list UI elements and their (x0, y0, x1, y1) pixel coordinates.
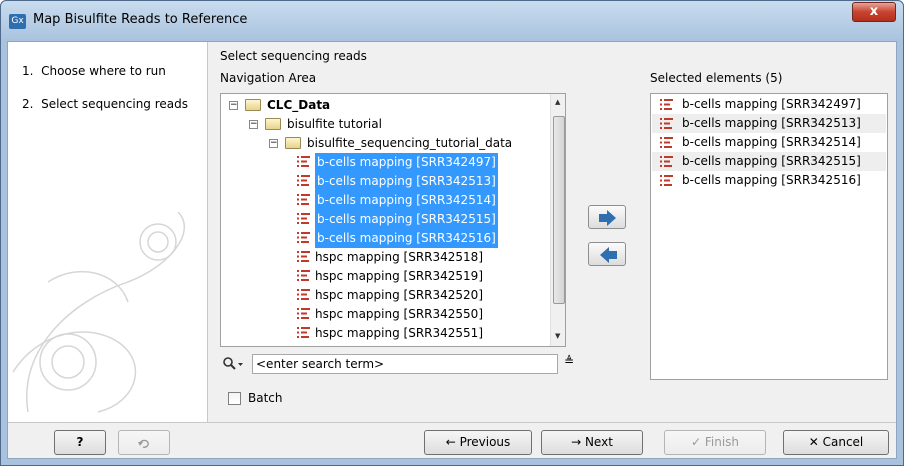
selected-item[interactable]: b-cells mapping [SRR342515] (652, 152, 886, 171)
selected-item-label: b-cells mapping [SRR342515] (682, 154, 861, 168)
step-1: 1. Choose where to run (22, 64, 166, 78)
tree-scrollbar[interactable]: ▲ ▼ (550, 94, 565, 346)
sequence-list-icon (297, 194, 310, 205)
navigation-tree[interactable]: − CLC_Data − bisulfite tutorial − bisulf… (220, 93, 566, 347)
sequence-list-icon (660, 156, 673, 167)
selected-item[interactable]: b-cells mapping [SRR342497] (652, 95, 886, 114)
tree-item-label: b-cells mapping [SRR342514] (315, 191, 498, 210)
sequence-list-icon (297, 213, 310, 224)
close-button[interactable]: x (852, 2, 896, 22)
previous-button-label: Previous (459, 435, 511, 449)
help-button[interactable]: ? (54, 430, 106, 455)
cancel-button[interactable]: ✕ Cancel (783, 430, 889, 455)
sequence-list-icon (297, 156, 310, 167)
folder-icon (265, 118, 281, 130)
step-label: Choose where to run (41, 64, 166, 78)
tree-item-label: b-cells mapping [SRR342497] (315, 153, 498, 172)
wizard-steps-panel: 1. Choose where to run 2. Select sequenc… (8, 42, 208, 422)
tree-node-label: CLC_Data (267, 98, 331, 112)
scroll-down-arrow-icon[interactable]: ▼ (555, 332, 560, 340)
next-button[interactable]: → Next (541, 430, 643, 455)
step-label: Select sequencing reads (41, 97, 189, 111)
sequence-list-icon (297, 327, 310, 338)
title-bar[interactable]: Gx Map Bisulfite Reads to Reference x (1, 1, 903, 41)
content-area: Select sequencing reads Navigation Area … (208, 42, 896, 422)
decorative-swirl-image (12, 212, 185, 413)
remove-from-selected-button[interactable] (588, 242, 626, 266)
tree-item-label: hspc mapping [SRR342550] (315, 307, 483, 321)
arrow-left-icon: ← (445, 435, 456, 449)
sequence-list-icon (660, 99, 673, 110)
sequence-list-icon (297, 270, 310, 281)
tree-node-label: bisulfite tutorial (287, 117, 382, 131)
selected-item-label: b-cells mapping [SRR342513] (682, 116, 861, 130)
finish-button[interactable]: ✓ Finish (664, 430, 766, 455)
batch-checkbox[interactable] (228, 392, 241, 405)
dialog-body: 1. Choose where to run 2. Select sequenc… (7, 41, 897, 459)
sequence-list-icon (297, 251, 310, 262)
add-to-selected-button[interactable] (588, 205, 626, 229)
arrow-right-icon: → (571, 435, 582, 449)
selected-item-label: b-cells mapping [SRR342514] (682, 135, 861, 149)
dialog-window: Gx Map Bisulfite Reads to Reference x 1.… (0, 0, 904, 466)
undo-icon (138, 439, 149, 448)
selected-elements-label: Selected elements (5) (650, 71, 783, 85)
section-header: Select sequencing reads (220, 49, 367, 63)
sequence-list-icon (297, 308, 310, 319)
collapse-icon[interactable]: − (269, 139, 278, 148)
tree-item-label: hspc mapping [SRR342519] (315, 269, 483, 283)
selected-elements-list[interactable]: b-cells mapping [SRR342497] b-cells mappi… (650, 93, 888, 380)
arrow-left-icon (600, 247, 617, 263)
selected-item-label: b-cells mapping [SRR342516] (682, 173, 861, 187)
sequence-list-icon (297, 232, 310, 243)
sequence-list-icon (297, 175, 310, 186)
selected-item[interactable]: b-cells mapping [SRR342516] (652, 171, 886, 190)
collapse-icon[interactable]: − (249, 120, 258, 129)
sequence-list-icon (297, 289, 310, 300)
sequence-list-icon (660, 118, 673, 129)
step-2: 2. Select sequencing reads (22, 97, 188, 111)
database-folder-icon (245, 99, 261, 111)
reset-button[interactable] (118, 430, 170, 455)
navigation-area-label: Navigation Area (220, 71, 317, 85)
sequence-list-icon (660, 175, 673, 186)
scrollbar-thumb[interactable] (553, 116, 565, 304)
tree-item-label: hspc mapping [SRR342551] (315, 326, 483, 340)
step-number: 2. (22, 97, 34, 111)
next-button-label: Next (584, 435, 613, 449)
app-icon: Gx (9, 14, 26, 29)
search-options-icon[interactable]: ≜ (564, 354, 574, 368)
selected-item[interactable]: b-cells mapping [SRR342513] (652, 114, 886, 133)
previous-button[interactable]: ← Previous (424, 430, 532, 455)
tree-item-label: b-cells mapping [SRR342516] (315, 229, 498, 248)
tree-node-label: bisulfite_sequencing_tutorial_data (307, 136, 513, 150)
selected-item[interactable]: b-cells mapping [SRR342514] (652, 133, 886, 152)
batch-label: Batch (248, 391, 283, 405)
finish-button-label: Finish (704, 435, 740, 449)
search-input[interactable]: <enter search term> (252, 354, 558, 374)
step-number: 1. (22, 64, 34, 78)
folder-icon (285, 137, 301, 149)
search-icon[interactable] (222, 356, 244, 372)
cancel-x-icon: ✕ (808, 435, 819, 449)
tree-item-label: hspc mapping [SRR342518] (315, 250, 483, 264)
arrow-right-icon (599, 210, 616, 226)
cancel-button-label: Cancel (822, 435, 864, 449)
tree-item-label: hspc mapping [SRR342520] (315, 288, 483, 302)
footer-divider (8, 422, 896, 423)
sequence-list-icon (660, 137, 673, 148)
scroll-up-arrow-icon[interactable]: ▲ (555, 98, 560, 106)
tree-item-label: b-cells mapping [SRR342513] (315, 172, 498, 191)
collapse-icon[interactable]: − (229, 101, 238, 110)
checkmark-icon: ✓ (690, 435, 702, 449)
selected-item-label: b-cells mapping [SRR342497] (682, 97, 861, 111)
tree-item-label: b-cells mapping [SRR342515] (315, 210, 498, 229)
window-title: Map Bisulfite Reads to Reference (33, 12, 248, 27)
